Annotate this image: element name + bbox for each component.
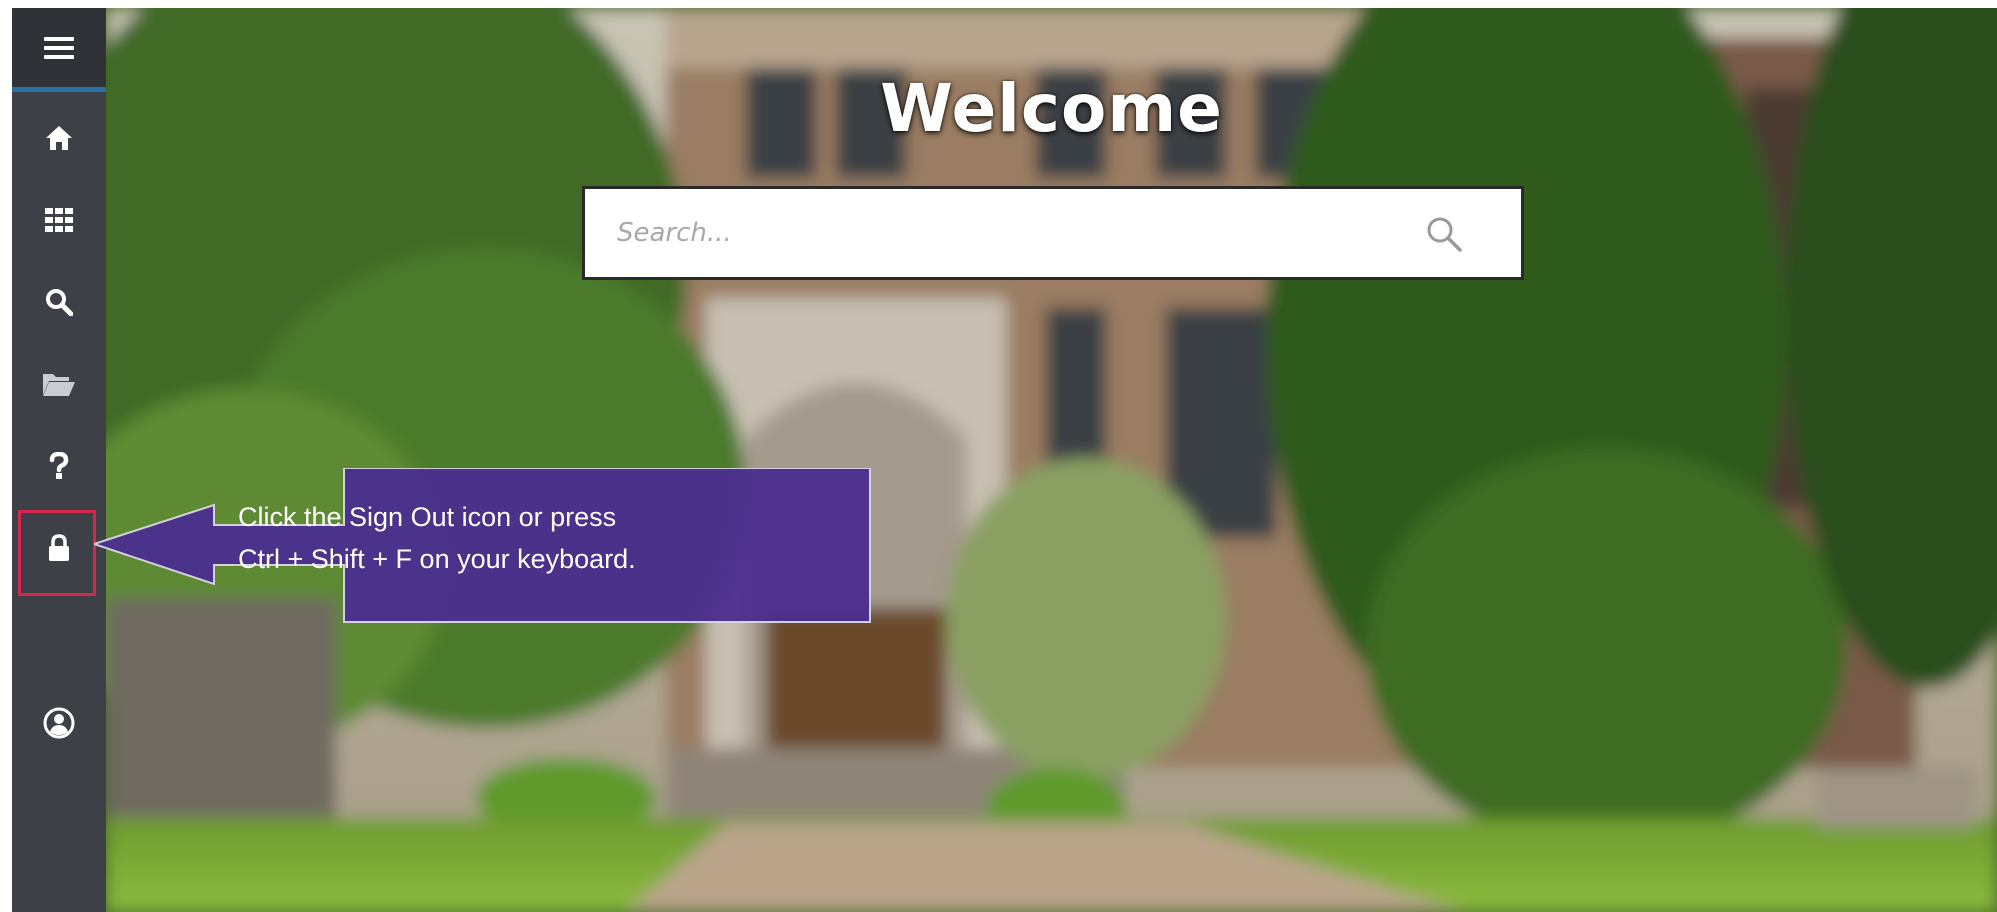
menu-button[interactable] (12, 8, 106, 92)
menu-icon (44, 36, 74, 59)
grid-icon (45, 208, 73, 232)
sidebar-item-home[interactable] (12, 98, 106, 178)
search-input[interactable] (615, 202, 1399, 264)
callout-line-1: Click the Sign Out icon or press (238, 502, 617, 532)
sidebar-item-files[interactable] (12, 344, 106, 424)
sidebar-item-profile[interactable] (12, 683, 106, 763)
search-bar[interactable] (582, 186, 1524, 280)
search-icon (46, 289, 73, 316)
sidebar-item-search[interactable] (12, 262, 106, 342)
search-icon[interactable] (1425, 215, 1463, 258)
callout-line-2: Ctrl + Shift + F on your keyboard. (238, 544, 636, 574)
callout-text: Click the Sign Out icon or press Ctrl + … (238, 496, 758, 580)
hero-background: Welcome (106, 8, 1997, 912)
sidebar (12, 8, 106, 912)
sidebar-item-sign-out[interactable] (12, 508, 106, 596)
sidebar-item-help[interactable] (12, 426, 106, 506)
lock-icon (49, 534, 69, 561)
help-icon (49, 452, 69, 479)
sidebar-item-apps[interactable] (12, 180, 106, 260)
folder-open-icon (43, 374, 75, 396)
page-title: Welcome (880, 70, 1223, 147)
user-circle-icon (43, 707, 75, 739)
home-icon (46, 126, 72, 150)
